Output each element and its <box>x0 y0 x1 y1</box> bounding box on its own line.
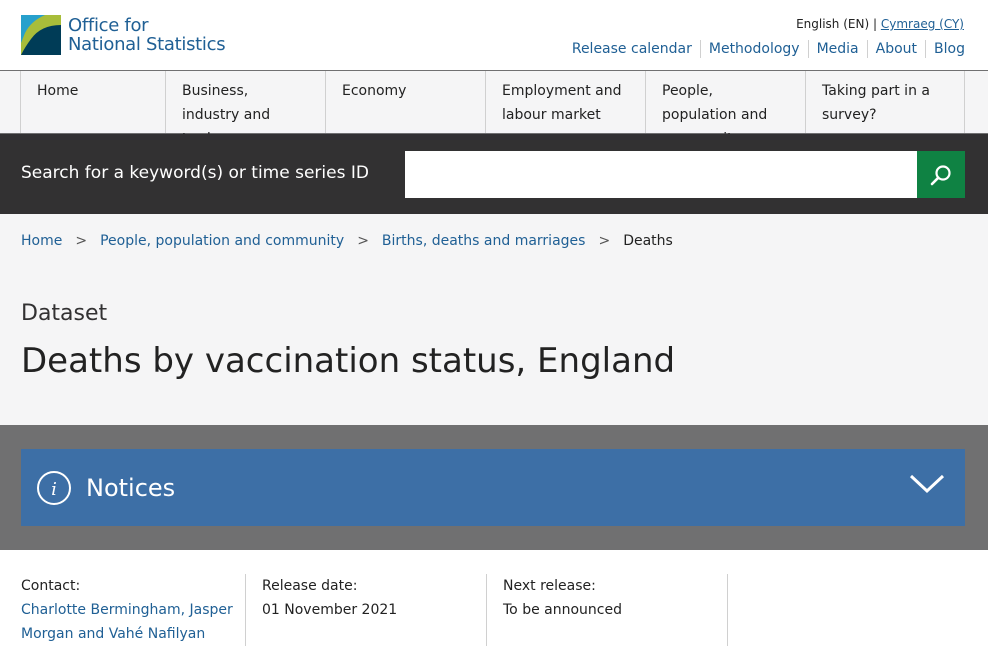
meta-contact: Contact: Charlotte Bermingham, Jasper Mo… <box>21 574 245 646</box>
nav-item-economy[interactable]: Economy <box>325 71 485 133</box>
blog-link[interactable]: Blog <box>925 40 965 58</box>
breadcrumb-separator: > <box>75 233 88 249</box>
breadcrumb-separator: > <box>598 233 611 249</box>
nav-item-survey[interactable]: Taking part in a survey? <box>805 71 965 133</box>
nav-item-home[interactable]: Home <box>20 71 165 133</box>
breadcrumb-people[interactable]: People, population and community <box>100 233 344 249</box>
ons-logo-icon <box>21 15 61 55</box>
about-link[interactable]: About <box>866 40 925 58</box>
nav-item-business[interactable]: Business, industry and trade <box>165 71 325 147</box>
logo-line-1: Office for <box>68 15 149 36</box>
nav-item-people[interactable]: People, population and community <box>645 71 805 147</box>
notices-label: Notices <box>86 473 176 502</box>
meta-next-release: Next release: To be announced <box>486 574 727 646</box>
release-date-label: Release date: <box>262 578 358 594</box>
chevron-down-icon <box>909 474 945 494</box>
methodology-link[interactable]: Methodology <box>699 40 808 58</box>
language-switcher: English (EN) | Cymraeg (CY) <box>796 17 964 31</box>
page-hero: Home > People, population and community … <box>0 214 988 425</box>
search-label: Search for a keyword(s) or time series I… <box>21 163 369 183</box>
search-bar: Search for a keyword(s) or time series I… <box>0 134 988 214</box>
info-icon: i <box>37 470 71 505</box>
contact-label: Contact: <box>21 578 81 594</box>
notices-toggle[interactable]: i Notices <box>21 449 965 526</box>
release-date-value: 01 November 2021 <box>262 602 398 618</box>
release-calendar-link[interactable]: Release calendar <box>564 40 700 58</box>
release-meta: Contact: Charlotte Bermingham, Jasper Mo… <box>0 550 988 646</box>
breadcrumb-home[interactable]: Home <box>21 233 62 249</box>
breadcrumb-current: Deaths <box>623 233 673 249</box>
next-release-value: To be announced <box>503 602 622 618</box>
logo-line-2: National Statistics <box>68 34 226 55</box>
search-icon <box>930 164 951 185</box>
breadcrumb-births[interactable]: Births, deaths and marriages <box>382 233 586 249</box>
nav-item-employment[interactable]: Employment and labour market <box>485 71 645 133</box>
language-welsh-link[interactable]: Cymraeg (CY) <box>881 17 964 31</box>
header-links: Release calendar Methodology Media About… <box>564 40 965 58</box>
ons-logo[interactable]: Office for National Statistics <box>21 15 226 55</box>
breadcrumb-separator: > <box>357 233 369 249</box>
language-separator: | <box>872 17 878 31</box>
content-type-label: Dataset <box>21 301 108 326</box>
notice-section: i Notices <box>0 425 988 550</box>
page-title: Deaths by vaccination status, England <box>21 341 676 381</box>
media-link[interactable]: Media <box>807 40 867 58</box>
meta-release-date: Release date: 01 November 2021 <box>245 574 486 646</box>
search-button[interactable] <box>917 151 965 198</box>
search-input[interactable] <box>405 151 917 198</box>
next-release-label: Next release: <box>503 578 596 594</box>
breadcrumb: Home > People, population and community … <box>21 233 673 249</box>
svg-text:i: i <box>51 479 57 500</box>
primary-nav: Home Business, industry and trade Econom… <box>0 70 988 147</box>
site-header: Office for National Statistics English (… <box>0 0 988 70</box>
language-current: English (EN) <box>796 17 870 31</box>
meta-empty <box>727 574 968 646</box>
contact-link[interactable]: Charlotte Bermingham, Jasper Morgan and … <box>21 602 233 642</box>
